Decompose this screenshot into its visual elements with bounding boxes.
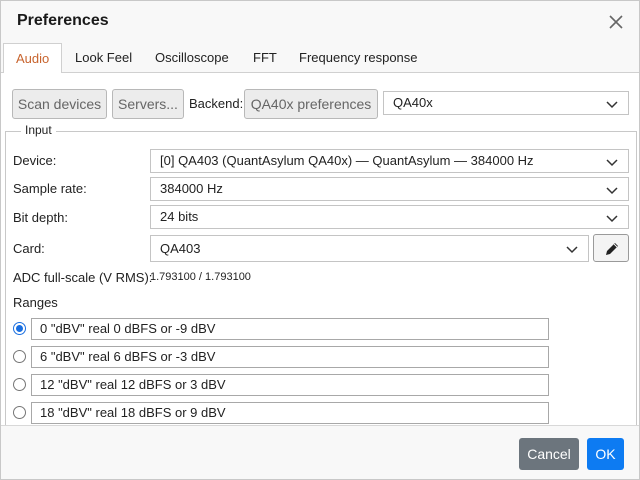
tab-oscilloscope[interactable]: Oscilloscope — [143, 43, 241, 73]
chevron-down-icon — [606, 215, 618, 223]
range-radio-18[interactable] — [13, 406, 26, 419]
range-field-0[interactable]: 0 "dBV" real 0 dBFS or -9 dBV — [31, 318, 549, 340]
audio-tab-panel: Scan devices Servers... Backend: QA40x p… — [1, 73, 639, 425]
device-select[interactable]: [0] QA403 (QuantAsylum QA40x) — QuantAsy… — [150, 149, 629, 173]
pencil-icon — [606, 243, 618, 255]
bit-depth-label: Bit depth: — [13, 210, 68, 225]
bit-depth-select[interactable]: 24 bits — [150, 205, 629, 229]
ranges-label: Ranges — [13, 295, 58, 310]
input-group-legend: Input — [21, 123, 56, 137]
tab-audio[interactable]: Audio — [3, 43, 63, 74]
card-select-value: QA403 — [160, 241, 201, 256]
range-field-18[interactable]: 18 "dBV" real 18 dBFS or 9 dBV — [31, 402, 549, 424]
device-label: Device: — [13, 153, 57, 168]
range-radio-6[interactable] — [13, 350, 26, 363]
dialog-title: Preferences — [17, 12, 109, 29]
tab-bar: Audio Look Feel Oscilloscope FFT Frequen… — [1, 43, 639, 74]
dialog-footer: Cancel OK — [1, 425, 639, 479]
tab-look-feel[interactable]: Look Feel — [63, 43, 144, 73]
close-icon[interactable] — [605, 11, 627, 33]
card-label: Card: — [13, 241, 45, 256]
servers-button[interactable]: Servers... — [112, 89, 184, 119]
sample-rate-label: Sample rate: — [13, 181, 87, 196]
range-radio-0[interactable] — [13, 322, 26, 335]
chevron-down-icon — [606, 101, 618, 109]
range-radio-12[interactable] — [13, 378, 26, 391]
preferences-dialog: Preferences Audio Look Feel Oscilloscope… — [0, 0, 640, 480]
chevron-down-icon — [566, 246, 578, 254]
chevron-down-icon — [606, 187, 618, 195]
tab-fft[interactable]: FFT — [241, 43, 289, 73]
range-field-12[interactable]: 12 "dBV" real 12 dBFS or 3 dBV — [31, 374, 549, 396]
card-select[interactable]: QA403 — [150, 235, 589, 262]
sample-rate-select[interactable]: 384000 Hz — [150, 177, 629, 201]
cancel-button[interactable]: Cancel — [519, 438, 579, 470]
scan-devices-button[interactable]: Scan devices — [12, 89, 107, 119]
range-field-6[interactable]: 6 "dBV" real 6 dBFS or -3 dBV — [31, 346, 549, 368]
backend-label: Backend: — [189, 96, 244, 111]
chevron-down-icon — [606, 159, 618, 167]
backend-select[interactable]: QA40x — [383, 91, 629, 115]
sample-rate-select-value: 384000 Hz — [160, 181, 223, 196]
tab-frequency-response[interactable]: Frequency response — [287, 43, 430, 73]
ok-button[interactable]: OK — [587, 438, 624, 470]
device-select-value: [0] QA403 (QuantAsylum QA40x) — QuantAsy… — [160, 153, 534, 168]
bit-depth-select-value: 24 bits — [160, 209, 199, 224]
adc-full-scale-label: ADC full-scale (V RMS): — [13, 270, 153, 285]
backend-preferences-button[interactable]: QA40x preferences — [244, 89, 378, 119]
edit-card-button[interactable] — [593, 234, 629, 262]
backend-select-value: QA40x — [393, 95, 433, 110]
adc-full-scale-value: 1.793100 / 1.793100 — [150, 271, 251, 283]
title-bar: Preferences — [1, 1, 639, 43]
